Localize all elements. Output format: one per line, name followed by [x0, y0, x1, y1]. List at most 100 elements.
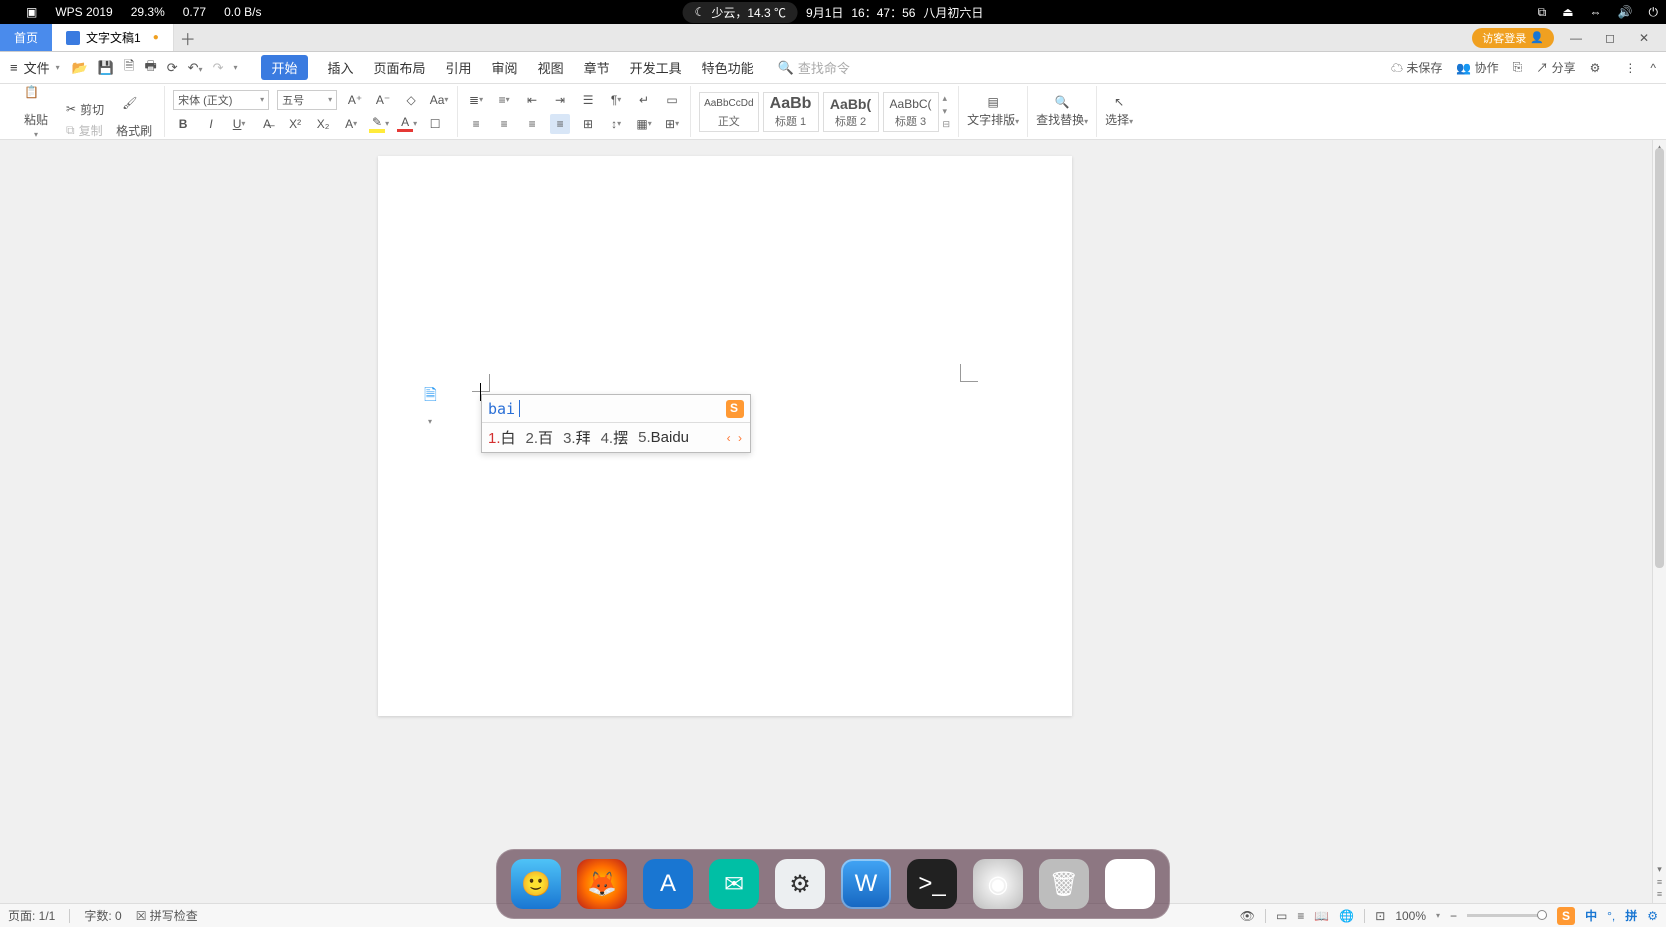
ribbon-tab-pagelayout[interactable]: 页面布局 [374, 58, 426, 77]
power-icon[interactable]: ⏻ [1649, 5, 1659, 20]
underline-icon[interactable]: U▾ [229, 114, 249, 134]
sogou-logo-icon[interactable] [726, 400, 744, 418]
dock-trash[interactable]: 🗑 [1039, 859, 1089, 909]
dock-mail[interactable]: ✉ [709, 859, 759, 909]
refresh-icon[interactable]: ⟳ [167, 60, 178, 76]
view-read-icon[interactable]: 📖 [1314, 909, 1329, 923]
dock-disc[interactable]: ◉ [973, 859, 1023, 909]
subscript-icon[interactable]: X₂ [313, 114, 333, 134]
nav-pane-icon[interactable]: 🗎 [424, 384, 440, 400]
style-heading3[interactable]: AaBbC(标题 3 [883, 92, 939, 132]
export-icon[interactable]: ⎘ [1513, 60, 1523, 75]
menubar-app-name[interactable]: WPS 2019 [55, 5, 112, 19]
volume-icon[interactable]: 🔊 [1618, 5, 1633, 19]
login-button[interactable]: 访客登录👤 [1472, 28, 1554, 48]
align-left-icon[interactable]: ≡ [466, 114, 486, 134]
align-right-icon[interactable]: ≡ [522, 114, 542, 134]
character-border-icon[interactable]: ☐ [425, 114, 445, 134]
font-name-select[interactable]: 宋体 (正文)▾ [173, 90, 269, 110]
font-color-icon[interactable]: A▾ [397, 114, 417, 134]
bullets-icon[interactable]: ≣▾ [466, 90, 486, 110]
print-preview-icon[interactable]: 🗎 [124, 57, 134, 79]
dock-wps[interactable]: W [841, 859, 891, 909]
tab-home[interactable]: 首页 [0, 24, 52, 51]
ribbon-tab-devtools[interactable]: 开发工具 [630, 58, 682, 77]
view-page-icon[interactable]: ▭ [1276, 909, 1287, 923]
ime-settings-icon[interactable]: ⚙ [1647, 909, 1658, 923]
menubar-date[interactable]: 9月1日 [806, 4, 843, 21]
increase-font-icon[interactable]: A⁺ [345, 90, 365, 110]
ime-page-nav[interactable]: ‹ › [727, 431, 744, 445]
ribbon-tab-features[interactable]: 特色功能 [702, 58, 754, 77]
ribbon-tab-start[interactable]: 开始 [261, 55, 307, 80]
text-layout-button[interactable]: ▤ 文字排版▾ [959, 86, 1028, 137]
save-icon[interactable]: 💾 [98, 60, 114, 76]
strikethrough-icon[interactable]: A̶ [257, 114, 277, 134]
select-button[interactable]: ↖ 选择▾ [1097, 86, 1141, 137]
distribute-icon[interactable]: ⊞ [578, 114, 598, 134]
scrollbar-thumb[interactable] [1655, 148, 1664, 568]
ribbon-tab-insert[interactable]: 插入 [328, 58, 354, 77]
bold-icon[interactable]: B [173, 114, 193, 134]
dock-settings[interactable]: ⚙ [775, 859, 825, 909]
dock-launchpad[interactable]: ▦ [1105, 859, 1155, 909]
collapse-ribbon-icon[interactable]: ^ [1650, 61, 1656, 75]
command-search[interactable]: 🔍 查找命令 [778, 58, 850, 77]
eject-icon[interactable]: ⏏ [1562, 5, 1573, 19]
highlight-icon[interactable]: ✎▾ [369, 114, 389, 134]
font-size-select[interactable]: 五号▾ [277, 90, 337, 110]
styles-expand-icon[interactable]: ⊟ [943, 119, 951, 130]
zoom-value[interactable]: 100% [1395, 909, 1426, 923]
view-outline-icon[interactable]: ≡ [1297, 909, 1304, 923]
decrease-font-icon[interactable]: A⁻ [373, 90, 393, 110]
open-icon[interactable]: 📂 [72, 60, 88, 76]
minimize-button[interactable]: — [1564, 31, 1588, 45]
clear-format-icon[interactable]: ◇ [401, 90, 421, 110]
eye-icon[interactable]: 👁 [1240, 909, 1255, 923]
zoom-out-button[interactable]: − [1450, 909, 1457, 923]
text-effects-icon[interactable]: A▾ [341, 114, 361, 134]
sync-icon[interactable]: ⇔ [1590, 5, 1602, 19]
ime-candidate-4[interactable]: 4.摆 [601, 427, 629, 448]
ime-candidate-3[interactable]: 3.拜 [563, 427, 591, 448]
settings-gear-icon[interactable]: ⚙ [1590, 61, 1601, 75]
align-center-icon[interactable]: ≡ [494, 114, 514, 134]
ribbon-tab-review[interactable]: 审阅 [492, 58, 518, 77]
dock-appstore[interactable]: A [643, 859, 693, 909]
redo-icon[interactable]: ↷ [213, 60, 224, 76]
style-heading1[interactable]: AaBb标题 1 [763, 92, 819, 132]
dock-terminal[interactable]: >_ [907, 859, 957, 909]
page-indicator[interactable]: 页面: 1/1 [8, 907, 55, 924]
menubar-time[interactable]: 16：47：56 [851, 4, 915, 21]
find-replace-button[interactable]: 🔍 查找替换▾ [1028, 86, 1097, 137]
collab-button[interactable]: 👥 协作 [1456, 59, 1498, 76]
borders-icon[interactable]: ⊞▾ [662, 114, 682, 134]
ribbon-tab-sections[interactable]: 章节 [584, 58, 610, 77]
formatting-marks-icon[interactable]: ↵ [634, 90, 654, 110]
ime-candidate-5[interactable]: 5.Baidu [638, 429, 689, 446]
ribbon-tab-view[interactable]: 视图 [538, 58, 564, 77]
shading-icon[interactable]: ▦▾ [634, 114, 654, 134]
undo-icon[interactable]: ↶▾ [188, 60, 203, 76]
italic-icon[interactable]: I [201, 114, 221, 134]
ribbon-tab-references[interactable]: 引用 [446, 58, 472, 77]
dock-finder[interactable]: 🙂 [511, 859, 561, 909]
sogou-status-icon[interactable]: S [1557, 907, 1575, 925]
styles-down-icon[interactable]: ▾ [943, 106, 951, 117]
prev-page-icon[interactable]: ≡ [1653, 877, 1666, 887]
paste-button[interactable]: 📋 粘贴▾ [14, 85, 58, 139]
scroll-down-icon[interactable]: ▾ [1653, 864, 1666, 875]
more-icon[interactable]: ⋮ [1624, 61, 1636, 75]
ime-mode-indicator[interactable]: 拼 [1625, 907, 1637, 924]
qat-more-icon[interactable]: ▾ [233, 63, 237, 72]
ime-candidate-1[interactable]: 1.白 [488, 427, 516, 448]
ltr-icon[interactable]: ¶▾ [606, 90, 626, 110]
fit-width-icon[interactable]: ⊡ [1375, 909, 1385, 923]
word-count[interactable]: 字数: 0 [84, 907, 121, 924]
line-border-icon[interactable]: ▭ [662, 90, 682, 110]
ime-candidate-2[interactable]: 2.百 [526, 427, 554, 448]
increase-indent-icon[interactable]: ⇥ [550, 90, 570, 110]
styles-up-icon[interactable]: ▴ [943, 93, 951, 104]
maximize-button[interactable]: ◻ [1598, 31, 1622, 45]
ime-lang-indicator[interactable]: 中 [1585, 907, 1597, 924]
